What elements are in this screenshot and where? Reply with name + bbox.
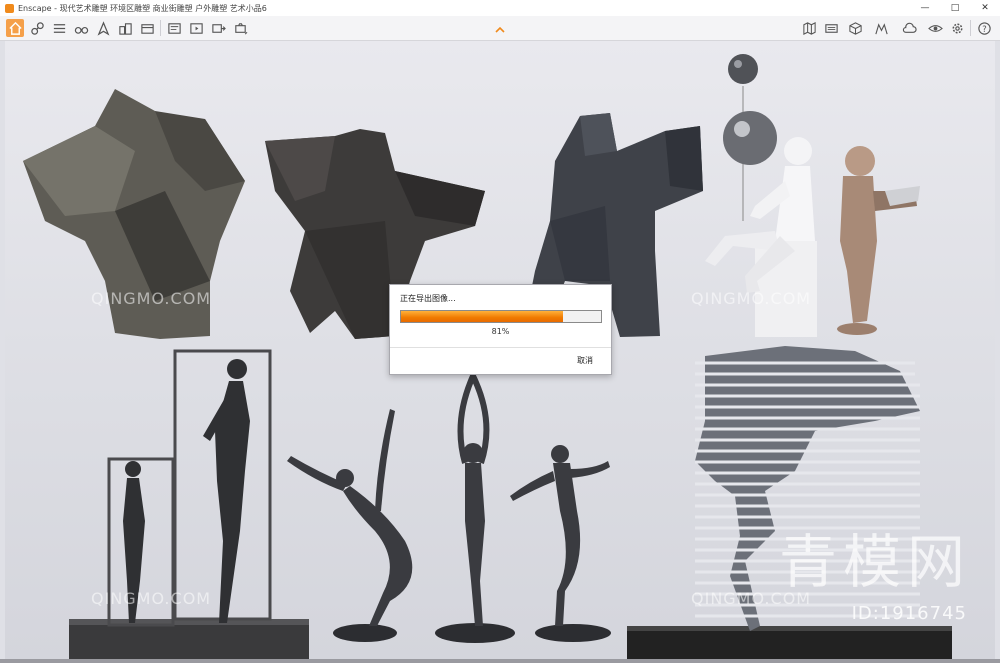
dialog-title: 正在导出图像...	[400, 294, 456, 303]
collapse-toolbar-chevron-icon[interactable]	[494, 26, 506, 34]
help-icon[interactable]: ?	[975, 19, 993, 37]
cube-icon[interactable]	[846, 19, 864, 37]
gear-icon[interactable]	[948, 19, 966, 37]
window-title: Enscape - 现代艺术雕塑 环境区雕塑 商业街雕塑 户外雕塑 艺术小品6	[18, 3, 267, 13]
panorama-icon[interactable]	[822, 19, 840, 37]
cloud-icon[interactable]	[900, 19, 918, 37]
minimize-button[interactable]: —	[910, 0, 940, 16]
watermark-text: QINGMO.COM	[91, 289, 212, 308]
app-window: Enscape - 现代艺术雕塑 环境区雕塑 商业街雕塑 户外雕塑 艺术小品6 …	[0, 0, 1000, 663]
svg-text:?: ?	[982, 23, 986, 33]
assets-icon[interactable]	[138, 19, 156, 37]
maximize-button[interactable]: □	[940, 0, 970, 16]
map-icon[interactable]	[800, 19, 818, 37]
settings-list-icon[interactable]	[50, 19, 68, 37]
export-icon[interactable]	[209, 19, 227, 37]
reading-figure-sculpture	[837, 146, 920, 335]
dancer-sculptures	[287, 368, 611, 643]
title-bar: Enscape - 现代艺术雕塑 环境区雕塑 商业街雕塑 户外雕塑 艺术小品6 …	[0, 0, 1000, 16]
export-progress-bar	[400, 310, 602, 323]
capture-icon[interactable]	[231, 19, 249, 37]
watermark-id: ID:1916745	[851, 603, 967, 624]
window-controls: — □ ✕	[910, 0, 1000, 16]
toolbar-separator	[160, 20, 161, 36]
toolbar-separator	[970, 20, 971, 36]
progress-percent: 81%	[491, 327, 510, 336]
framed-figure-sculptures	[69, 349, 309, 659]
watermark-text: QINGMO.COM	[691, 289, 812, 308]
link-icon[interactable]	[28, 19, 46, 37]
visual-settings-icon[interactable]	[926, 19, 944, 37]
bottom-border	[0, 659, 1000, 663]
export-progress-dialog: 正在导出图像... 81% 取消	[389, 284, 612, 375]
screenshot-icon[interactable]	[165, 19, 183, 37]
watermark-logo: 青模网	[778, 528, 971, 596]
binoculars-icon[interactable]	[72, 19, 90, 37]
video-icon[interactable]	[187, 19, 205, 37]
cancel-button[interactable]: 取消	[577, 355, 593, 366]
enscape-logo-icon	[5, 3, 14, 13]
close-button[interactable]: ✕	[970, 0, 1000, 16]
buildings-icon[interactable]	[116, 19, 134, 37]
dialog-divider	[390, 347, 611, 348]
materials-icon[interactable]	[872, 19, 890, 37]
watermark-text: QINGMO.COM	[91, 589, 212, 608]
home-icon[interactable]	[6, 19, 24, 37]
navigate-icon[interactable]	[94, 19, 112, 37]
progress-fill	[401, 311, 563, 322]
